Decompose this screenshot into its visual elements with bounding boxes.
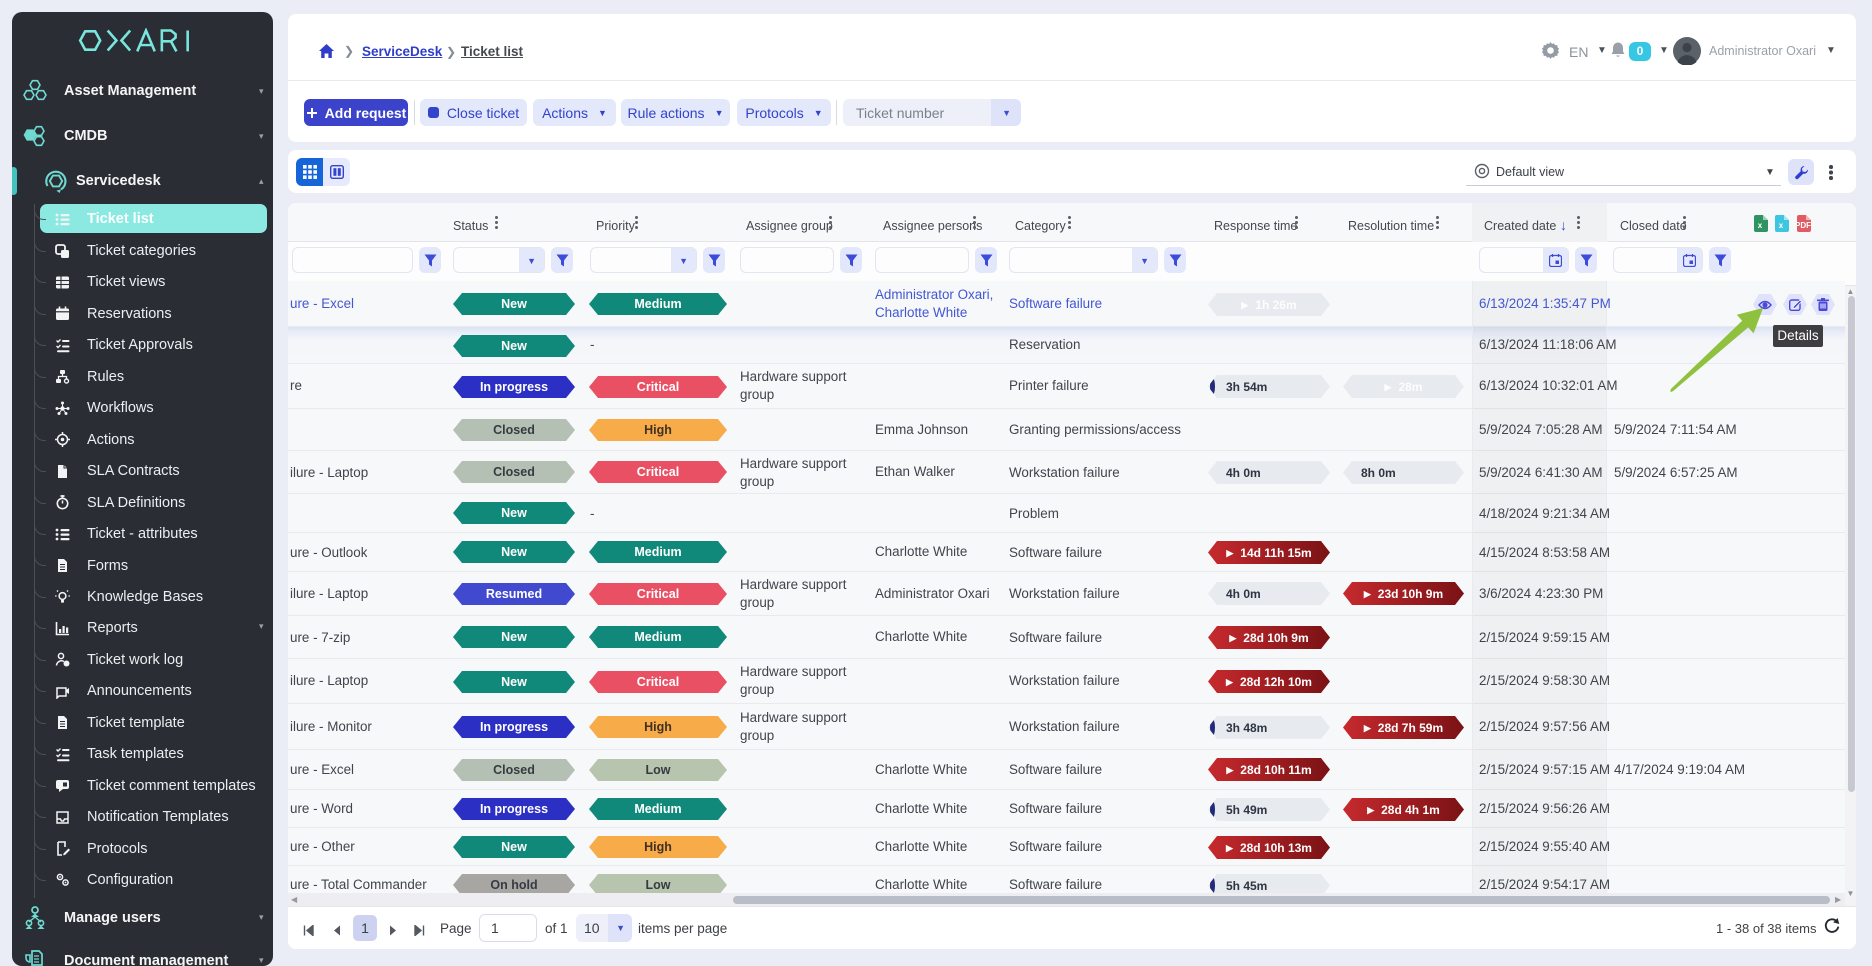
svg-text:x: x <box>1758 221 1763 230</box>
svg-text:x: x <box>1779 221 1784 230</box>
svg-text:PDF: PDF <box>1797 221 1811 230</box>
